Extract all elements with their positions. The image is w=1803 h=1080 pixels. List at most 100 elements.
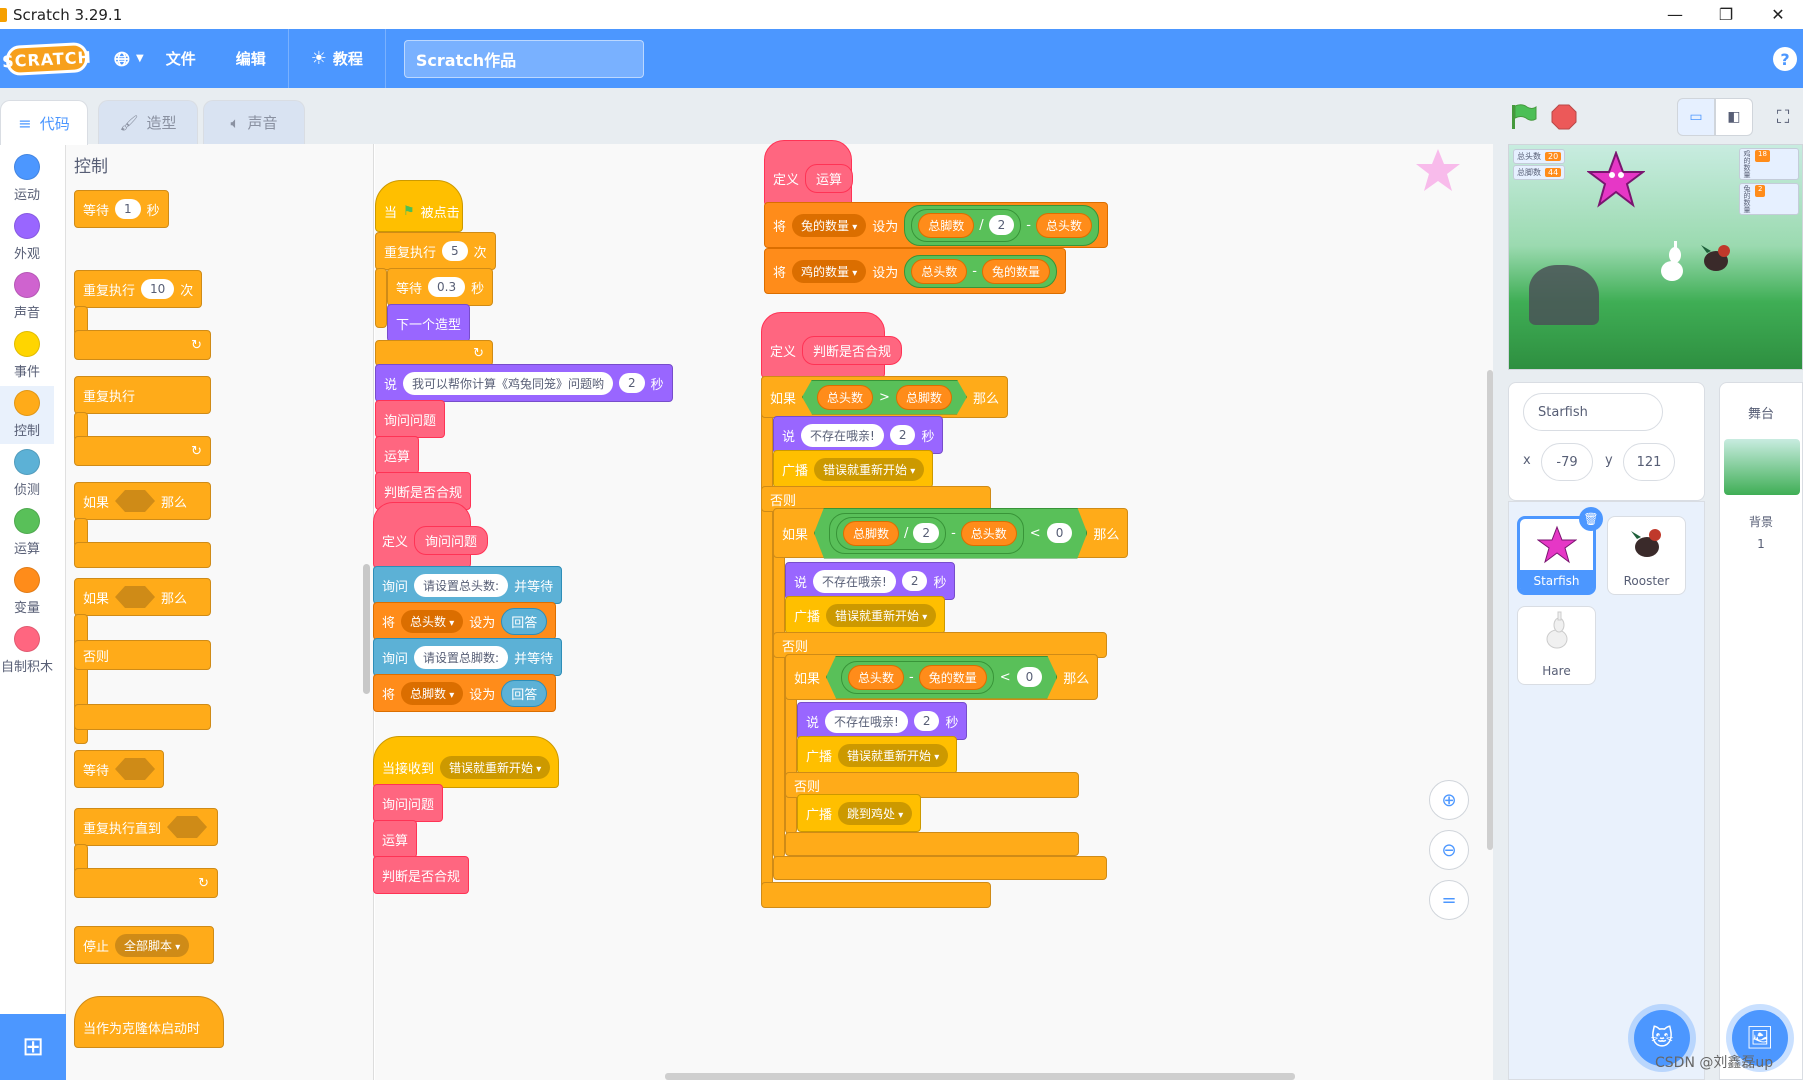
variable-reporter[interactable]: 总头数 [817, 385, 873, 410]
broadcast-block[interactable]: 广播 跳到鸡处 [797, 794, 922, 832]
number-input[interactable]: 2 [619, 373, 645, 393]
help-icon[interactable]: ? [1773, 47, 1797, 71]
empty-boolean-slot[interactable] [115, 490, 156, 512]
text-input[interactable]: 我可以帮你计算《鸡兔同笼》问题哟 [403, 371, 614, 395]
number-input[interactable]: 2 [901, 571, 928, 591]
variable-reporter[interactable]: 总头数 [911, 258, 968, 284]
close-button[interactable]: ✕ [1755, 0, 1801, 29]
zoom-in-button[interactable]: ⊕ [1429, 780, 1469, 820]
say-for-secs-block[interactable]: 说不存在哦亲! 2 秒 [797, 702, 968, 740]
zoom-out-button[interactable]: ⊖ [1429, 830, 1469, 870]
ask-and-wait-block[interactable]: 询问 请设置总脚数: 并等待 [373, 638, 563, 676]
number-input[interactable]: 0 [1017, 667, 1043, 687]
stage-canvas[interactable]: 总头数 20 总脚数 44 鸡的数量 18 兔的数量 2 [1508, 144, 1803, 370]
variable-reporter[interactable]: 兔的数量 [919, 665, 987, 690]
if-else-block[interactable]: 如果 总头数 > 总脚数 那么 [761, 376, 1008, 418]
subtract-operator[interactable]: 总头数 - 兔的数量 [904, 254, 1057, 288]
number-input[interactable]: 2 [913, 711, 940, 731]
y-input[interactable]: 121 [1623, 443, 1675, 481]
variable-reporter[interactable]: 兔的数量 [981, 258, 1050, 284]
minimize-button[interactable]: — [1652, 0, 1698, 29]
set-variable-block[interactable]: 将总头数设为回答 [373, 602, 557, 640]
category-6[interactable]: 运算 [0, 504, 54, 562]
fullscreen-button[interactable]: ⛶ [1768, 102, 1798, 132]
palette-wait-until-block[interactable]: 等待 [74, 750, 164, 788]
category-4[interactable]: 控制 [0, 386, 54, 444]
text-input[interactable]: 不存在哦亲! [825, 709, 908, 733]
when-flag-clicked-block[interactable]: 当 ⚑ 被点击 [375, 180, 463, 232]
sprite-thumb-rooster[interactable]: Rooster [1607, 516, 1686, 595]
tab-sounds[interactable]: 🔈︎ 声音 [203, 100, 305, 144]
variable-dropdown[interactable]: 总头数 [401, 609, 464, 633]
number-input[interactable]: 0.3 [428, 277, 466, 297]
number-input[interactable]: 10 [141, 279, 175, 299]
tutorials-menu[interactable]: ☀ 教程 [311, 48, 363, 69]
empty-boolean-slot[interactable] [115, 758, 155, 780]
broadcast-block[interactable]: 广播 错误就重新开始 [797, 736, 958, 774]
next-costume-block[interactable]: 下一个造型 [387, 304, 471, 342]
call-compute-block[interactable]: 运算 [375, 436, 420, 474]
palette-wait-block[interactable]: 等待 1 秒 [74, 190, 169, 228]
palette-stop-block[interactable]: 停止 全部脚本 [74, 926, 214, 964]
answer-reporter[interactable]: 回答 [501, 679, 548, 707]
if-else-block[interactable]: 如果 总脚数 /2- 总头数 <0 那么 [773, 508, 1129, 559]
repeat-block[interactable]: 重复执行 5 次 [375, 232, 496, 270]
define-block[interactable]: 定义 判断是否合规 [761, 312, 903, 378]
category-2[interactable]: 声音 [0, 268, 54, 326]
tab-costumes[interactable]: 🖌︎ 造型 [98, 100, 198, 144]
category-7[interactable]: 变量 [0, 563, 54, 621]
category-0[interactable]: 运动 [0, 150, 54, 208]
sprite-thumb-starfish[interactable]: Starfish 🗑︎ [1517, 507, 1603, 595]
message-dropdown[interactable]: 错误就重新开始 [440, 755, 551, 779]
variable-reporter[interactable]: 总脚数 [918, 212, 975, 238]
say-for-secs-block[interactable]: 说不存在哦亲! 2 秒 [773, 416, 944, 454]
text-input[interactable]: 不存在哦亲! [813, 569, 896, 593]
empty-boolean-slot[interactable] [167, 816, 208, 838]
message-dropdown[interactable]: 错误就重新开始 [814, 457, 925, 481]
stage-selector[interactable]: 舞台 背景 1 [1719, 382, 1803, 1080]
variable-reporter[interactable]: 总脚数 [896, 385, 952, 410]
define-block[interactable]: 定义 询问问题 [373, 502, 489, 568]
workspace-horizontal-scrollbar[interactable] [665, 1073, 1295, 1080]
subtract-operator[interactable]: 总脚数/2- 总头数 [829, 513, 1024, 554]
large-stage-button[interactable]: ◧ [1715, 98, 1753, 136]
text-input[interactable]: 请设置总脚数: [414, 645, 509, 669]
starfish-sprite[interactable] [1586, 150, 1646, 209]
variable-dropdown[interactable]: 兔的数量 [792, 213, 867, 237]
ask-and-wait-block[interactable]: 询问 请设置总头数: 并等待 [373, 566, 563, 604]
wait-block[interactable]: 等待 0.3 秒 [387, 268, 494, 306]
hare-sprite[interactable] [1659, 241, 1685, 283]
define-block[interactable]: 定义 运算 [764, 140, 854, 206]
file-menu[interactable]: 文件 [166, 48, 196, 69]
set-variable-block[interactable]: 将鸡的数量设为 总头数-兔的数量 [764, 248, 1066, 294]
set-variable-block[interactable]: 将总脚数设为回答 [373, 674, 557, 712]
rooster-sprite[interactable] [1699, 241, 1733, 275]
small-stage-button[interactable]: ▭ [1677, 98, 1715, 136]
variable-dropdown[interactable]: 鸡的数量 [792, 259, 867, 283]
if-else-block[interactable]: 如果 总头数 - 兔的数量 <0 那么 [785, 654, 1099, 700]
divide-operator[interactable]: 总脚数/2 [836, 517, 946, 550]
x-input[interactable]: -79 [1541, 443, 1593, 481]
set-variable-block[interactable]: 将兔的数量设为 总脚数/2-总头数 [764, 202, 1109, 248]
variable-reporter[interactable]: 总头数 [1036, 212, 1093, 238]
subtract-operator[interactable]: 总脚数/2- 总头数 [904, 204, 1100, 246]
broadcast-block[interactable]: 广播 错误就重新开始 [785, 596, 946, 634]
category-5[interactable]: 侦测 [0, 445, 54, 503]
variable-reporter[interactable]: 总脚数 [843, 521, 899, 546]
number-input[interactable]: 2 [913, 523, 939, 543]
call-compute-block[interactable]: 运算 [373, 820, 418, 858]
broadcast-block[interactable]: 广播 错误就重新开始 [773, 450, 934, 488]
call-ask-question-block[interactable]: 询问问题 [373, 784, 444, 822]
say-for-secs-block[interactable]: 说不存在哦亲! 2 秒 [785, 562, 956, 600]
number-input[interactable]: 1 [115, 199, 141, 219]
add-extension-button[interactable]: ⊞ [0, 1014, 66, 1080]
divide-operator[interactable]: 总脚数/2 [911, 208, 1022, 242]
number-input[interactable]: 2 [988, 215, 1015, 235]
zoom-reset-button[interactable]: = [1429, 880, 1469, 920]
when-i-receive-block[interactable]: 当接收到 错误就重新开始 [373, 736, 560, 788]
text-input[interactable]: 不存在哦亲! [801, 423, 884, 447]
less-than-operator[interactable]: 总脚数 /2- 总头数 <0 [814, 508, 1087, 559]
say-for-secs-block[interactable]: 说我可以帮你计算《鸡兔同笼》问题哟 2 秒 [375, 364, 673, 402]
edit-menu[interactable]: 编辑 [236, 48, 266, 69]
language-menu[interactable]: 🌐︎ ▼ [114, 47, 144, 71]
